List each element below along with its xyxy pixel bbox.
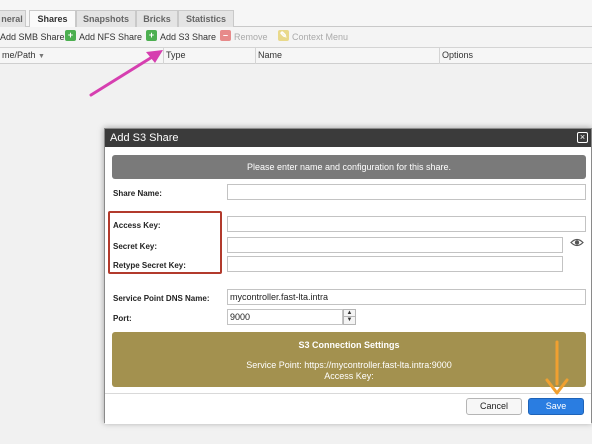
annotation-arrows-top bbox=[545, 340, 569, 395]
orange-arrow-icon bbox=[545, 340, 569, 395]
